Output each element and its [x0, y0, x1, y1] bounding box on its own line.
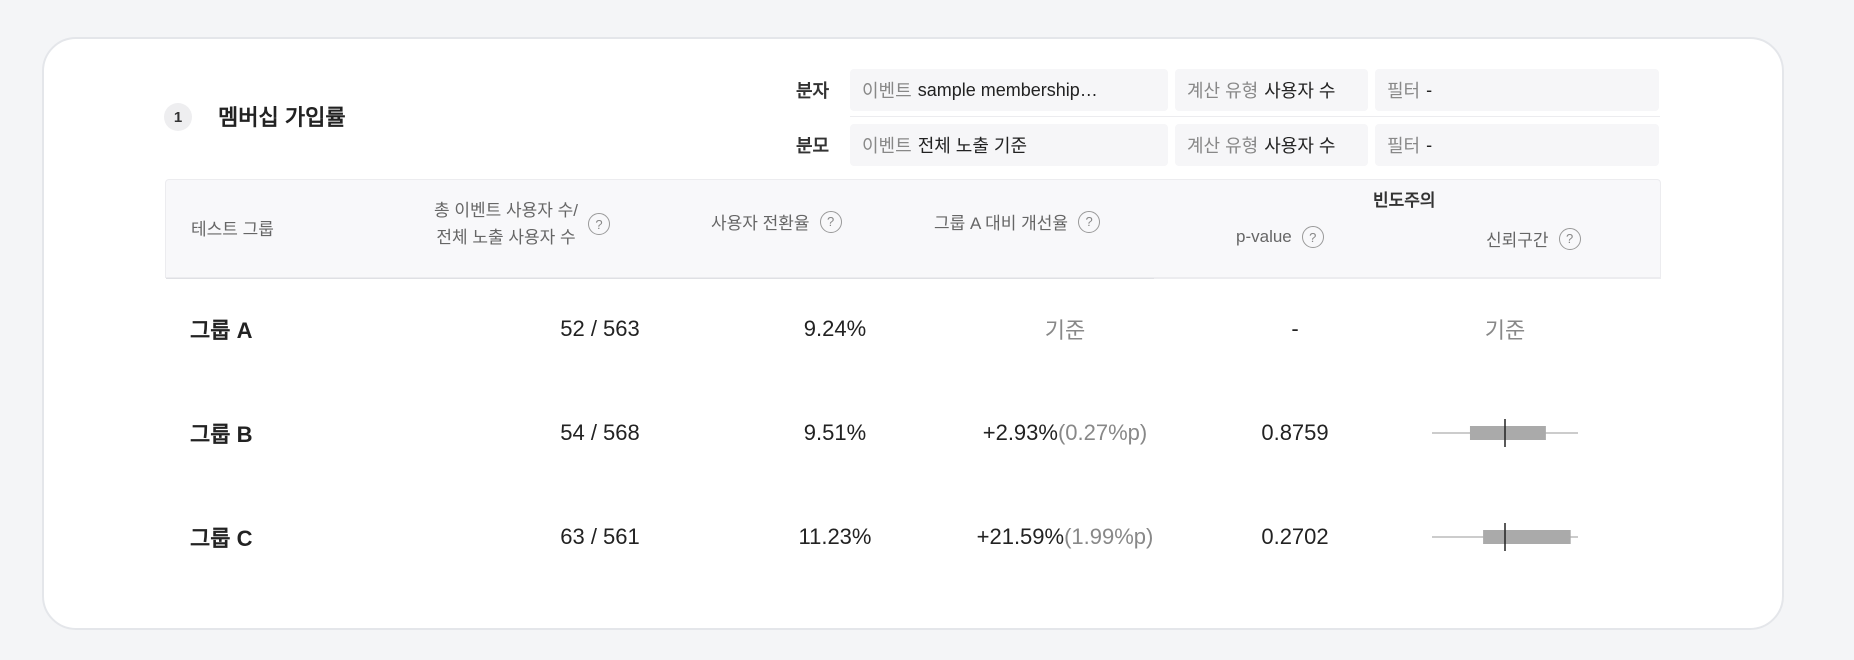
denominator-filter-field[interactable]: 필터 -: [1375, 124, 1659, 166]
cell-group: 그룹 A: [190, 318, 253, 343]
denominator-calc-value: 사용자 수: [1264, 136, 1336, 156]
header-improvement-label: 그룹 A 대비 개선율: [934, 214, 1069, 233]
confidence-interval-plot: [1432, 523, 1578, 551]
header-counts: 총 이벤트 사용자 수/ 전체 노출 사용자 수 ?: [434, 197, 611, 251]
numerator-filter-key: 필터: [1387, 81, 1421, 101]
denominator-event-value: 전체 노출 기준: [917, 136, 1028, 156]
numerator-event-field[interactable]: 이벤트 sample membership…: [850, 69, 1168, 111]
help-icon[interactable]: ?: [1078, 210, 1101, 233]
denominator-event-key: 이벤트: [862, 136, 912, 156]
cell-improvement: 기준: [1044, 318, 1086, 343]
results-table-header: 테스트 그룹 총 이벤트 사용자 수/ 전체 노출 사용자 수 ? 사용자 전환…: [165, 179, 1661, 279]
improvement-value: +21.59%: [976, 524, 1065, 549]
numerator-event-value: sample membership…: [917, 79, 1098, 100]
cell-pvalue: -: [1291, 316, 1299, 341]
denominator-calc-key: 계산 유형: [1187, 136, 1259, 156]
denominator-calc-field[interactable]: 계산 유형 사용자 수: [1175, 124, 1368, 166]
cell-counts: 52 / 563: [560, 316, 640, 341]
ci-interval-box: [1469, 426, 1546, 440]
header-improvement: 그룹 A 대비 개선율 ?: [934, 209, 1101, 234]
table-row: 그룹 B 54 / 568 9.51% +2.93% (0.27%p) 0.875…: [165, 383, 1661, 483]
cell-conversion: 9.24%: [803, 316, 867, 341]
cell-pvalue: 0.8759: [1261, 420, 1329, 445]
denominator-event-field[interactable]: 이벤트 전체 노출 기준: [850, 124, 1168, 166]
cell-improvement: +2.93% (0.27%p): [925, 383, 1205, 483]
improvement-pp: (1.99%p): [1064, 524, 1154, 549]
header-frequentist-label: 빈도주의: [1373, 191, 1436, 210]
section-title: 멤버십 가입률: [218, 105, 346, 130]
table-row: 그룹 A 52 / 563 9.24% 기준 - 기준: [165, 279, 1661, 379]
definition-divider: [850, 116, 1660, 117]
numerator-definition: 분자 이벤트 sample membership… 계산 유형 사용자 수 필터…: [796, 69, 1659, 111]
numerator-calc-value: 사용자 수: [1264, 81, 1336, 101]
help-icon[interactable]: ?: [1301, 226, 1324, 248]
numerator-filter-value: -: [1426, 79, 1433, 100]
scroll-clip: [165, 560, 1661, 576]
cell-counts: 54 / 568: [560, 420, 640, 445]
header-pvalue: p-value ?: [1236, 226, 1324, 248]
help-icon[interactable]: ?: [588, 213, 611, 235]
help-icon[interactable]: ?: [1558, 227, 1581, 250]
denominator-filter-key: 필터: [1387, 136, 1421, 156]
header-conversion: 사용자 전환율 ?: [711, 209, 842, 234]
header-ci: 신뢰구간 ?: [1486, 226, 1581, 251]
denominator-filter-value: -: [1426, 134, 1433, 155]
header-frequentist: 빈도주의: [1373, 186, 1436, 211]
cell-ci: 기준: [1484, 318, 1526, 343]
header-counts-line1: 총 이벤트 사용자 수/: [434, 201, 579, 220]
ci-interval-box: [1483, 530, 1571, 544]
numerator-filter-field[interactable]: 필터 -: [1375, 69, 1659, 111]
confidence-interval-plot: [1432, 419, 1578, 447]
section-number-badge: 1: [164, 103, 192, 131]
cell-group: 그룹 B: [190, 422, 253, 447]
header-test-group-label: 테스트 그룹: [191, 220, 274, 239]
help-icon[interactable]: ?: [819, 210, 842, 233]
numerator-label: 분자: [796, 81, 830, 101]
header-counts-line2: 전체 노출 사용자 수: [436, 228, 576, 247]
numerator-event-key: 이벤트: [862, 81, 912, 101]
numerator-calc-field[interactable]: 계산 유형 사용자 수: [1175, 69, 1368, 111]
header-ci-label: 신뢰구간: [1486, 231, 1549, 250]
denominator-definition: 분모 이벤트 전체 노출 기준 계산 유형 사용자 수 필터 -: [796, 124, 1659, 166]
numerator-calc-key: 계산 유형: [1187, 81, 1259, 101]
cell-conversion: 9.51%: [803, 420, 867, 445]
improvement-value: +2.93%: [982, 420, 1058, 445]
header-pvalue-label: p-value: [1236, 227, 1292, 246]
cell-ci: [1405, 383, 1605, 483]
denominator-label: 분모: [796, 136, 830, 156]
improvement-pp: (0.27%p): [1057, 420, 1148, 445]
header-test-group: 테스트 그룹: [191, 215, 274, 240]
header-conversion-label: 사용자 전환율: [711, 214, 810, 233]
